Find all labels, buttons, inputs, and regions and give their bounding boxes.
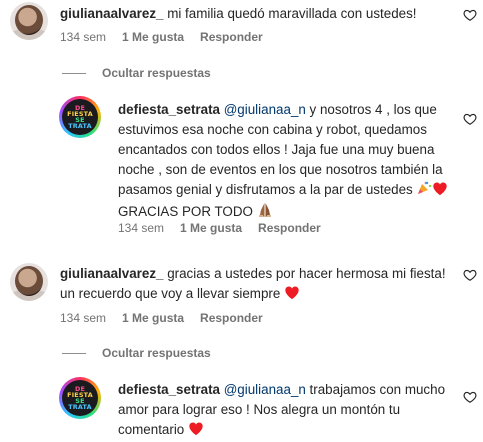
comment-body: mi familia quedó maravillada con ustedes… (163, 6, 417, 21)
hide-replies-label: Ocultar respuestas (102, 346, 211, 360)
reply-username[interactable]: defiesta_setrata (118, 102, 220, 117)
comment-meta: 134 sem 1 Me gusta Responder (60, 311, 263, 325)
reply-body-1: y nosotros 4 , los que (305, 102, 437, 117)
avatar[interactable] (10, 263, 48, 301)
mention-link[interactable]: @giulianaa_n (224, 382, 306, 397)
reply-username[interactable]: defiesta_setrata (118, 382, 220, 397)
reply-body-2: estuvimos esa noche con cabina y robot, … (118, 122, 443, 197)
reply-text: defiesta_setrata @giulianaa_n trabajamos… (118, 380, 460, 442)
comment-meta: 134 sem 1 Me gusta Responder (60, 30, 263, 44)
reply-text: defiesta_setrata @giulianaa_n y nosotros… (118, 100, 460, 224)
party-popper-icon (416, 180, 432, 202)
red-heart-icon (432, 181, 448, 202)
comment-text: giulianaalvarez_ gracias a ustedes por h… (60, 264, 455, 306)
reply-time[interactable]: 134 sem (118, 221, 164, 235)
comment-likes[interactable]: 1 Me gusta (122, 311, 184, 325)
reply-body-3: GRACIAS POR TODO (118, 204, 257, 219)
comment-time[interactable]: 134 sem (60, 311, 106, 325)
like-heart-icon[interactable] (463, 112, 477, 126)
reply-likes[interactable]: 1 Me gusta (180, 221, 242, 235)
like-heart-icon[interactable] (463, 390, 477, 404)
reply-button[interactable]: Responder (258, 221, 321, 235)
brand-avatar-inner: DE FIESTA SE TRATA (62, 380, 98, 416)
hide-replies-toggle[interactable]: Ocultar respuestas (62, 346, 211, 360)
avatar[interactable] (10, 2, 48, 40)
comment-username[interactable]: giulianaalvarez_ (60, 6, 163, 21)
brand-logo: DE FIESTA SE TRATA (67, 384, 93, 412)
red-heart-icon (284, 285, 300, 306)
divider-line (62, 352, 86, 354)
avatar-head (15, 5, 43, 35)
like-heart-icon[interactable] (463, 268, 477, 282)
comment-username[interactable]: giulianaalvarez_ (60, 266, 163, 281)
like-heart-icon[interactable] (463, 8, 477, 22)
avatar-head (15, 266, 43, 296)
brand-avatar[interactable]: DE FIESTA SE TRATA (59, 377, 101, 419)
mention-link[interactable]: @giulianaa_n (224, 102, 306, 117)
hide-replies-label: Ocultar respuestas (102, 66, 211, 80)
brand-logo: DE FIESTA SE TRATA (67, 103, 93, 131)
brand-avatar-inner: DE FIESTA SE TRATA (62, 99, 98, 135)
comment-time[interactable]: 134 sem (60, 30, 106, 44)
comment-likes[interactable]: 1 Me gusta (122, 30, 184, 44)
red-heart-icon (188, 421, 204, 442)
brand-avatar[interactable]: DE FIESTA SE TRATA (59, 96, 101, 138)
reply-button[interactable]: Responder (200, 311, 263, 325)
reply-meta: 134 sem 1 Me gusta Responder (118, 221, 321, 235)
hide-replies-toggle[interactable]: Ocultar respuestas (62, 66, 211, 80)
comment-text: giulianaalvarez_ mi familia quedó maravi… (60, 4, 440, 24)
divider-line (62, 72, 86, 74)
reply-button[interactable]: Responder (200, 30, 263, 44)
